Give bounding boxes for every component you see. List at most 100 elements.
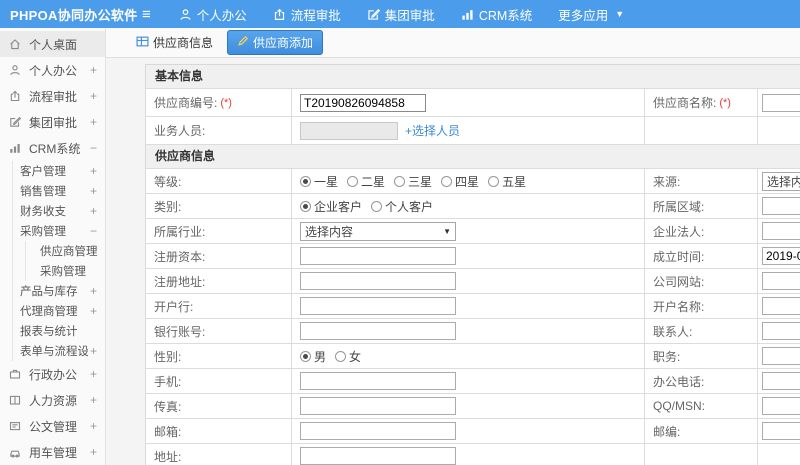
nav-more-apps[interactable]: 更多应用 ▼ xyxy=(558,5,624,24)
sidebar-item-form-flow-settings[interactable]: 表单与流程设置 + xyxy=(13,341,105,361)
sidebar-item-hr[interactable]: 人力资源 + xyxy=(0,387,105,413)
level-radio-group: 一星 二星 三星 四星 五星 xyxy=(292,169,645,194)
select-person-link[interactable]: +选择人员 xyxy=(405,122,460,139)
address-field[interactable] xyxy=(300,447,456,465)
sidebar-item-group-approval[interactable]: 集团审批 + xyxy=(0,109,105,135)
bank-field[interactable] xyxy=(300,297,456,315)
nav-crm-system[interactable]: CRM系统 xyxy=(461,5,532,24)
process-icon xyxy=(273,8,286,21)
car-icon xyxy=(9,446,23,458)
region-label: 所属区域: xyxy=(645,194,758,219)
briefcase-icon xyxy=(9,368,23,380)
mobile-label: 手机: xyxy=(146,369,292,394)
gender-radio-group: 男 女 xyxy=(292,344,645,369)
sidebar-item-agent-mgmt[interactable]: 代理商管理 + xyxy=(13,301,105,321)
contact-field[interactable] xyxy=(762,322,800,340)
supplier-no-field[interactable] xyxy=(300,93,426,112)
industry-label: 所属行业: xyxy=(146,219,292,244)
tab-supplier-add[interactable]: 供应商添加 xyxy=(227,30,324,55)
radio-checked-icon xyxy=(300,350,311,362)
capital-field[interactable] xyxy=(300,247,456,265)
radio-gender-male[interactable]: 男 xyxy=(300,348,326,365)
supplier-name-label: 供应商名称: (*) xyxy=(645,89,758,117)
sidebar: 个人桌面 个人办公 + 流程审批 + 集团审批 + CRM系统 − 客户管理 + xyxy=(0,28,106,465)
supplier-name-field[interactable] xyxy=(762,93,800,112)
sidebar-item-document-mgmt[interactable]: 公文管理 + xyxy=(0,413,105,439)
office-phone-field[interactable] xyxy=(762,372,800,390)
sidebar-item-process-approval[interactable]: 流程审批 + xyxy=(0,83,105,109)
sidebar-item-finance[interactable]: 财务收支 + xyxy=(13,201,105,221)
radio-icon xyxy=(394,175,406,187)
section-header-supplier-info: 供应商信息 xyxy=(146,145,800,169)
top-nav: 个人办公 流程审批 集团审批 CRM系统 更多应用 ▼ xyxy=(179,5,624,24)
position-field[interactable] xyxy=(762,347,800,365)
staff-field[interactable] xyxy=(300,121,398,140)
empty-label-cell xyxy=(645,444,758,465)
qq-msn-field[interactable] xyxy=(762,397,800,415)
edit-square-icon xyxy=(9,116,23,128)
source-select[interactable]: 选择内容▼ xyxy=(762,171,800,191)
radio-level-1[interactable]: 一星 xyxy=(300,173,338,190)
sidebar-item-personal-office[interactable]: 个人办公 + xyxy=(0,57,105,83)
sidebar-item-customer-mgmt[interactable]: 客户管理 + xyxy=(13,161,105,181)
sidebar-item-reports[interactable]: 报表与统计 xyxy=(13,321,105,341)
email-field[interactable] xyxy=(300,422,456,440)
section-header-basic-info: 基本信息 xyxy=(146,65,800,89)
account-name-field[interactable] xyxy=(762,297,800,315)
radio-gender-female[interactable]: 女 xyxy=(335,348,361,365)
supplier-add-form: 基本信息 供应商编号:(*) 供应商名称:(*) xyxy=(106,58,800,465)
sidebar-item-supplier-mgmt[interactable]: 供应商管理 xyxy=(26,241,105,261)
sidebar-item-purchasing[interactable]: 采购管理 xyxy=(26,261,105,281)
mobile-field[interactable] xyxy=(300,372,456,390)
radio-level-5[interactable]: 五星 xyxy=(488,173,526,190)
radio-level-2[interactable]: 二星 xyxy=(347,173,385,190)
sidebar-item-product-inventory[interactable]: 产品与库存 + xyxy=(13,281,105,301)
nav-personal-office[interactable]: 个人办公 xyxy=(179,5,247,24)
account-name-label: 开户名称: xyxy=(645,294,758,319)
sidebar-item-personal-desktop[interactable]: 个人桌面 xyxy=(0,31,105,57)
sidebar-item-vehicle-mgmt[interactable]: 用车管理 + xyxy=(0,439,105,465)
fax-field[interactable] xyxy=(300,397,456,415)
home-icon xyxy=(9,38,23,50)
tab-supplier-info[interactable]: 供应商信息 xyxy=(130,31,219,54)
radio-level-4[interactable]: 四星 xyxy=(441,173,479,190)
region-field[interactable] xyxy=(762,197,800,215)
empty-field-cell xyxy=(758,117,800,145)
sidebar-item-purchase-mgmt[interactable]: 采购管理 − xyxy=(13,221,105,241)
document-icon xyxy=(9,420,23,432)
nav-process-approval[interactable]: 流程审批 xyxy=(273,5,341,24)
sidebar-item-sales-mgmt[interactable]: 销售管理 + xyxy=(13,181,105,201)
required-mark: (*) xyxy=(719,96,731,109)
industry-select[interactable]: 选择内容 ▼ xyxy=(300,221,456,241)
radio-level-3[interactable]: 三星 xyxy=(394,173,432,190)
menu-toggle-icon[interactable]: ≡ xyxy=(142,7,151,22)
caret-down-icon: ▼ xyxy=(443,226,451,236)
book-icon xyxy=(9,394,23,406)
fax-label: 传真: xyxy=(146,394,292,419)
user-icon xyxy=(9,64,23,76)
sidebar-item-crm[interactable]: CRM系统 − xyxy=(0,135,105,161)
purchase-submenu: 供应商管理 采购管理 xyxy=(25,241,105,281)
radio-category-company[interactable]: 企业客户 xyxy=(300,198,362,215)
staff-label: 业务人员: xyxy=(146,117,292,145)
qq-msn-label: QQ/MSN: xyxy=(645,394,758,419)
nav-group-approval[interactable]: 集团审批 xyxy=(367,5,435,24)
sidebar-item-admin-office[interactable]: 行政办公 + xyxy=(0,361,105,387)
address-label: 地址: xyxy=(146,444,292,465)
category-radio-group: 企业客户 个人客户 xyxy=(292,194,645,219)
website-field[interactable] xyxy=(762,272,800,290)
website-label: 公司网站: xyxy=(645,269,758,294)
zip-field[interactable] xyxy=(762,422,800,440)
caret-down-icon: ▼ xyxy=(615,9,625,19)
crm-submenu: 客户管理 + 销售管理 + 财务收支 + 采购管理 − 供应商管理 采购管理 产… xyxy=(12,161,105,361)
founded-label: 成立时间: xyxy=(645,244,758,269)
bank-account-field[interactable] xyxy=(300,322,456,340)
bank-label: 开户行: xyxy=(146,294,292,319)
radio-icon xyxy=(488,175,500,187)
founded-date-field[interactable] xyxy=(762,247,800,265)
supplier-no-label: 供应商编号: (*) xyxy=(146,89,292,117)
radio-icon xyxy=(335,350,347,362)
radio-category-personal[interactable]: 个人客户 xyxy=(371,198,433,215)
reg-address-field[interactable] xyxy=(300,272,456,290)
legal-person-field[interactable] xyxy=(762,222,800,240)
